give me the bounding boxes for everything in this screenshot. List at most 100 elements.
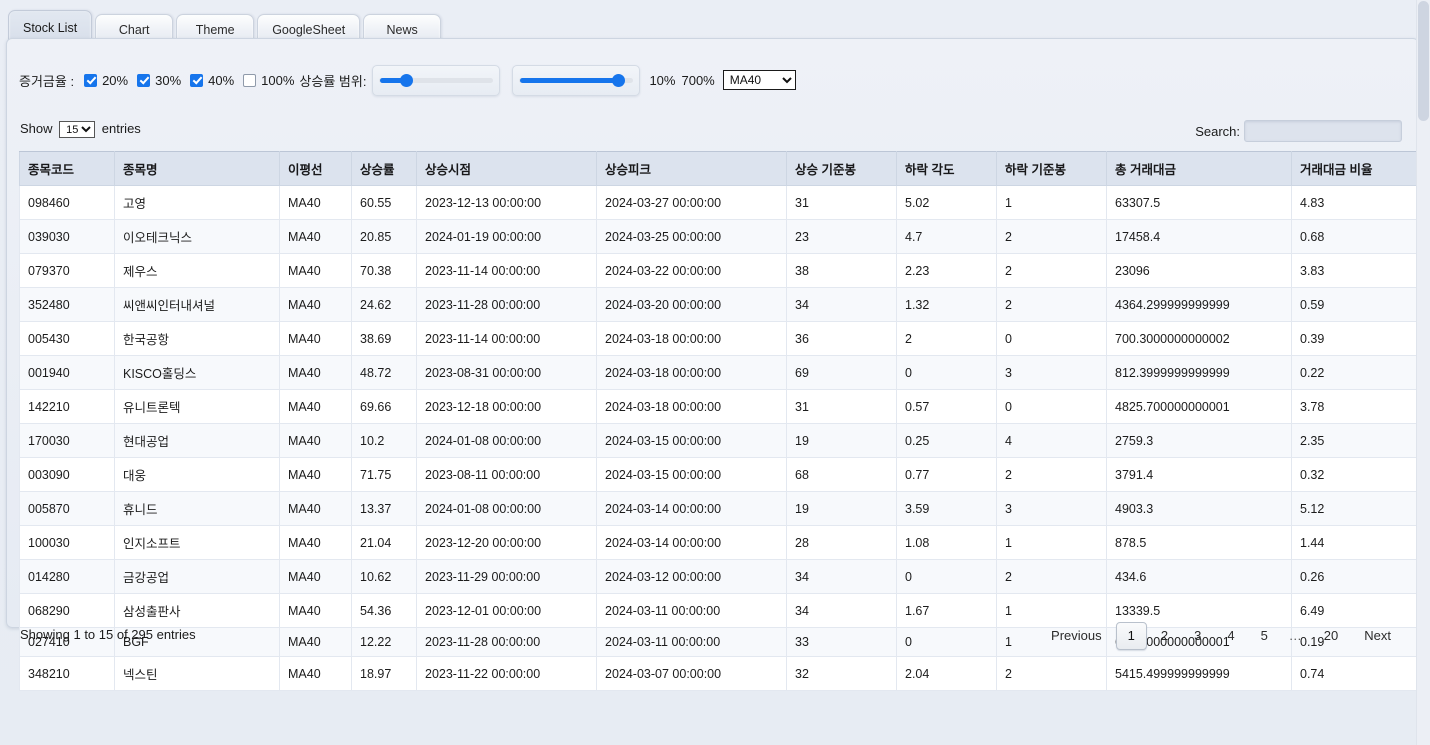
cell-rise-base: 34 — [786, 287, 897, 322]
column-header-fall-angle[interactable]: 하락 각도 — [896, 151, 997, 186]
table-row[interactable]: 098460 고영 MA40 60.55 2023-12-13 00:00:00 2024… — [19, 185, 1424, 220]
length-menu: Show 15 entries — [20, 121, 141, 139]
column-header-total-value[interactable]: 총 거래대금 — [1106, 151, 1292, 186]
cell-fall-angle: 0 — [896, 559, 997, 594]
cell-value-ratio: 0.74 — [1291, 656, 1424, 691]
table-row[interactable]: 001940 KISCO홀딩스 MA40 48.72 2023-08-31 00:00:… — [19, 355, 1424, 390]
margin-rate-checkbox-group: 20% 30% 40% 100% — [78, 73, 297, 88]
checkbox-label-20: 20% — [102, 72, 129, 88]
slider-max-rise-rate[interactable] — [519, 73, 634, 87]
tab-stock-list-label: Stock List — [23, 20, 78, 35]
cell-rise-rate: 38.69 — [351, 321, 417, 356]
table-row[interactable]: 348210 넥스틴 MA40 18.97 2023-11-22 00:00:00 202… — [19, 656, 1424, 691]
cell-rise-start: 2023-11-14 00:00:00 — [416, 253, 597, 288]
cell-ma: MA40 — [279, 627, 352, 657]
column-header-code[interactable]: 종목코드 — [19, 151, 115, 186]
column-header-ma[interactable]: 이평선 — [279, 151, 352, 186]
checkbox-label-30: 30% — [155, 72, 182, 88]
cell-fall-angle: 2.23 — [896, 253, 997, 288]
pagination-page-5[interactable]: 5 — [1249, 622, 1280, 650]
cell-rise-rate: 13.37 — [351, 491, 417, 526]
pagination-next[interactable]: Next — [1352, 622, 1403, 650]
table-row[interactable]: 014280 금강공업 MA40 10.62 2023-11-29 00:00:00 20… — [19, 559, 1424, 594]
cell-rise-rate: 71.75 — [351, 457, 417, 492]
moving-average-select[interactable]: MA40 — [722, 70, 796, 90]
cell-fall-base: 2 — [996, 457, 1107, 492]
checkbox-margin-40[interactable] — [190, 73, 204, 87]
cell-total-value: 4364.299999999999 — [1106, 287, 1292, 322]
page-scrollbar[interactable] — [1416, 0, 1430, 745]
cell-code: 079370 — [19, 253, 115, 288]
slider-min-rise-rate[interactable] — [379, 73, 494, 87]
stock-table: 종목코드 종목명 이평선 상승률 상승시점 상승피크 상승 기준봉 하락 각도 … — [19, 151, 1424, 691]
cell-name: 한국공항 — [114, 321, 280, 356]
stock-table-container: 종목코드 종목명 이평선 상승률 상승시점 상승피크 상승 기준봉 하락 각도 … — [19, 151, 1424, 691]
column-header-fall-base[interactable]: 하락 기준봉 — [996, 151, 1107, 186]
pagination-page-2[interactable]: 2 — [1149, 622, 1180, 650]
cell-ma: MA40 — [279, 389, 352, 424]
page-scrollbar-thumb[interactable] — [1418, 1, 1429, 121]
cell-rise-rate: 48.72 — [351, 355, 417, 390]
cell-code: 098460 — [19, 185, 115, 220]
table-row[interactable]: 039030 이오테크닉스 MA40 20.85 2024-01-19 00:00:00… — [19, 219, 1424, 254]
cell-total-value: 812.3999999999999 — [1106, 355, 1292, 390]
cell-code: 352480 — [19, 287, 115, 322]
tab-news-label: News — [386, 22, 418, 37]
cell-rise-rate: 70.38 — [351, 253, 417, 288]
cell-name: 삼성출판사 — [114, 593, 280, 628]
cell-rise-start: 2023-11-28 00:00:00 — [416, 287, 597, 322]
table-row[interactable]: 005870 휴니드 MA40 13.37 2024-01-08 00:00:00 202… — [19, 491, 1424, 526]
cell-ma: MA40 — [279, 355, 352, 390]
cell-name: 현대공업 — [114, 423, 280, 458]
table-row[interactable]: 170030 현대공업 MA40 10.2 2024-01-08 00:00:00 202… — [19, 423, 1424, 458]
cell-fall-angle: 1.08 — [896, 525, 997, 560]
cell-total-value: 2759.3 — [1106, 423, 1292, 458]
cell-value-ratio: 3.78 — [1291, 389, 1424, 424]
pagination-page-20[interactable]: 20 — [1312, 622, 1350, 650]
cell-name: 고영 — [114, 185, 280, 220]
pagination-page-4[interactable]: 4 — [1215, 622, 1246, 650]
column-header-rise-rate[interactable]: 상승률 — [351, 151, 417, 186]
cell-rise-rate: 18.97 — [351, 656, 417, 691]
cell-fall-angle: 5.02 — [896, 185, 997, 220]
cell-rise-rate: 54.36 — [351, 593, 417, 628]
length-menu-select[interactable]: 15 — [59, 121, 96, 139]
cell-ma: MA40 — [279, 219, 352, 254]
column-header-value-ratio[interactable]: 거래대금 비율 — [1291, 151, 1424, 186]
cell-rise-base: 19 — [786, 423, 897, 458]
checkbox-margin-30[interactable] — [137, 73, 151, 87]
cell-rise-start: 2023-12-20 00:00:00 — [416, 525, 597, 560]
column-header-name[interactable]: 종목명 — [114, 151, 280, 186]
table-info: Showing 1 to 15 of 295 entries — [20, 627, 196, 642]
table-row[interactable]: 079370 제우스 MA40 70.38 2023-11-14 00:00:00 202… — [19, 253, 1424, 288]
cell-fall-base: 2 — [996, 219, 1107, 254]
table-row[interactable]: 142210 유니트론텍 MA40 69.66 2023-12-18 00:00:00 2… — [19, 389, 1424, 424]
column-header-rise-peak[interactable]: 상승피크 — [596, 151, 787, 186]
table-row[interactable]: 003090 대웅 MA40 71.75 2023-08-11 00:00:00 2024… — [19, 457, 1424, 492]
checkbox-margin-100[interactable] — [243, 73, 257, 87]
cell-rise-base: 19 — [786, 491, 897, 526]
cell-rise-base: 31 — [786, 389, 897, 424]
cell-fall-angle: 3.59 — [896, 491, 997, 526]
cell-rise-base: 34 — [786, 593, 897, 628]
checkbox-margin-20[interactable] — [84, 73, 98, 87]
cell-fall-angle: 0 — [896, 355, 997, 390]
cell-fall-angle: 0 — [896, 627, 997, 657]
search-filter: Search: — [1195, 120, 1402, 142]
cell-rise-base: 33 — [786, 627, 897, 657]
pagination-page-3[interactable]: 3 — [1182, 622, 1213, 650]
cell-code: 005430 — [19, 321, 115, 356]
cell-total-value: 878.5 — [1106, 525, 1292, 560]
pagination-page-1[interactable]: 1 — [1115, 622, 1147, 650]
column-header-rise-start[interactable]: 상승시점 — [416, 151, 597, 186]
column-header-rise-base[interactable]: 상승 기준봉 — [786, 151, 897, 186]
pagination-previous[interactable]: Previous — [1039, 622, 1114, 650]
table-row[interactable]: 005430 한국공항 MA40 38.69 2023-11-14 00:00:00 20… — [19, 321, 1424, 356]
cell-rise-rate: 60.55 — [351, 185, 417, 220]
table-row[interactable]: 352480 씨앤씨인터내셔널 MA40 24.62 2023-11-28 00:00:… — [19, 287, 1424, 322]
cell-fall-angle: 1.67 — [896, 593, 997, 628]
search-input[interactable] — [1244, 120, 1402, 142]
cell-code: 348210 — [19, 656, 115, 691]
table-row[interactable]: 100030 인지소프트 MA40 21.04 2023-12-20 00:00:00 2… — [19, 525, 1424, 560]
cell-rise-base: 34 — [786, 559, 897, 594]
